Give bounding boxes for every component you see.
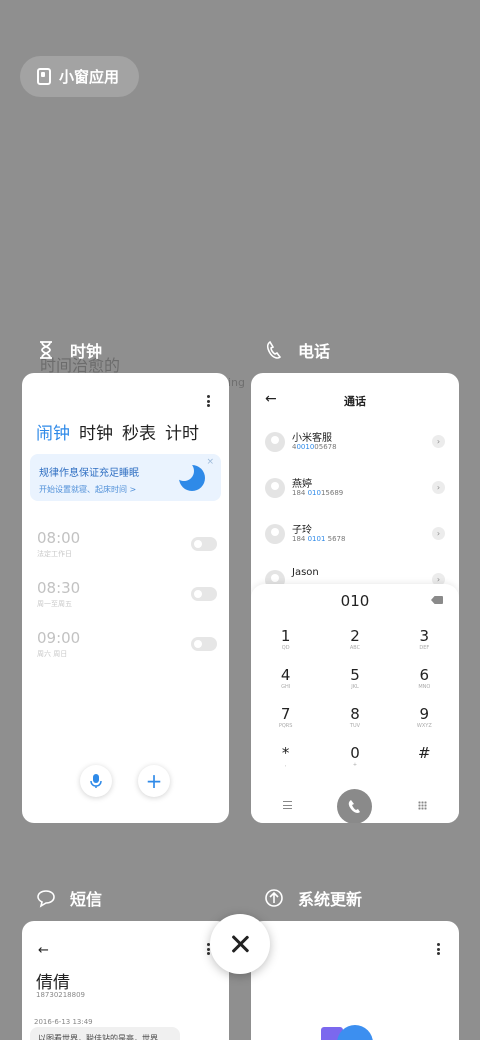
tab-timer[interactable]: 计时 xyxy=(165,419,199,444)
dial-key-2[interactable]: 2 ABC xyxy=(320,628,389,654)
dial-keys: 1 QD 2 ABC 3 DEF 4 GHI 5 JKL 6 MNO 7 PQRS 8 TUV … xyxy=(251,628,459,771)
tab-clock[interactable]: 时钟 xyxy=(79,419,113,444)
dial-key-6[interactable]: 6 MNO xyxy=(390,667,459,693)
messages-app-name: 短信 xyxy=(70,890,103,909)
update-arrow-icon xyxy=(265,889,283,907)
dial-key-8[interactable]: 8 TUV xyxy=(320,706,389,732)
chevron-right-icon[interactable]: › xyxy=(432,481,445,494)
menu-icon[interactable] xyxy=(283,801,292,809)
conversation-contact-name: 倩倩 xyxy=(36,973,70,993)
contact-row[interactable]: 燕婷 184 01015689 › xyxy=(265,473,445,505)
conversation-contact-number: 18730218809 xyxy=(36,991,85,999)
alarm-label: 周六 周日 xyxy=(37,650,68,658)
contact-number: 184 01015689 xyxy=(292,489,344,497)
alarm-toggle[interactable] xyxy=(191,537,217,551)
alarm-time: 08:00 xyxy=(37,529,81,547)
close-icon[interactable]: × xyxy=(206,457,214,467)
voice-alarm-button[interactable] xyxy=(80,765,112,797)
dial-key-3[interactable]: 3 DEF xyxy=(390,628,459,654)
dial-key-4[interactable]: 4 GHI xyxy=(251,667,320,693)
contact-name: Jason xyxy=(292,567,319,578)
contact-row[interactable]: 子玲 184 0101 5678 › xyxy=(265,519,445,551)
phone-app-card[interactable]: ← 通话 小米客服 4001005678 › 燕婷 184 01015689 ›… xyxy=(251,373,459,823)
alarm-time: 08:30 xyxy=(37,579,81,597)
messages-app-card[interactable]: ← 倩倩 18730218809 2016-6-13 13:49 以图看世界，聪… xyxy=(22,921,229,1040)
phone-page-title: 通话 xyxy=(344,395,366,408)
avatar-icon xyxy=(265,524,285,544)
add-alarm-button[interactable]: + xyxy=(138,765,170,797)
moon-icon xyxy=(174,461,205,491)
microphone-icon xyxy=(90,774,102,788)
chevron-right-icon[interactable]: › xyxy=(432,435,445,448)
window-icon xyxy=(37,68,51,85)
hourglass-icon xyxy=(40,341,52,359)
alarm-time: 09:00 xyxy=(37,629,81,647)
phone-app-name: 电话 xyxy=(298,342,331,361)
floating-window-label: 小窗应用 xyxy=(59,68,120,86)
chat-bubble-icon xyxy=(37,890,55,908)
dial-key-0[interactable]: 0 + xyxy=(320,745,389,771)
more-menu-icon[interactable] xyxy=(437,943,441,955)
clear-all-button[interactable] xyxy=(210,914,270,974)
clock-app-header: 时钟 xyxy=(36,338,102,362)
more-menu-icon[interactable] xyxy=(207,395,211,407)
message-bubble[interactable]: 以图看世界，聪佳站的是高，世界 xyxy=(30,1027,180,1040)
background-ghost-text-2: ing xyxy=(228,376,246,389)
handset-icon xyxy=(348,799,360,813)
contact-name: 燕婷 xyxy=(292,479,312,490)
alarm-toggle[interactable] xyxy=(191,587,217,601)
dial-key-hash[interactable]: # xyxy=(390,745,459,771)
dial-key-7[interactable]: 7 PQRS xyxy=(251,706,320,732)
alarm-item[interactable]: 08:30 周一至周五 xyxy=(37,579,217,609)
call-button[interactable] xyxy=(337,789,372,823)
update-app-header: 系统更新 xyxy=(264,886,362,910)
dialpad-toggle-icon[interactable] xyxy=(418,801,427,810)
dial-key-5[interactable]: 5 JKL xyxy=(320,667,389,693)
contact-number: 184 0101 5678 xyxy=(292,535,346,543)
clock-tabs: 闹钟 时钟 秒表 计时 xyxy=(36,419,199,444)
phone-app-header: 电话 xyxy=(264,338,330,362)
contact-number: 4001005678 xyxy=(292,443,337,451)
message-date: 2016-6-13 13:49 xyxy=(34,1018,93,1026)
sleep-banner[interactable]: 规律作息保证充足睡眠 开始设置就寝、起床时间 > × xyxy=(30,454,221,501)
chevron-right-icon[interactable]: › xyxy=(432,527,445,540)
avatar-icon xyxy=(265,432,285,452)
alarm-toggle[interactable] xyxy=(191,637,217,651)
contact-name: 小米客服 xyxy=(292,433,332,444)
dial-key-star[interactable]: *, xyxy=(251,745,320,771)
clock-app-name: 时钟 xyxy=(70,342,103,361)
dialpad: 010 1 QD 2 ABC 3 DEF 4 GHI 5 JKL 6 MNO 7 PQRS 8… xyxy=(251,584,459,823)
dialpad-actions xyxy=(251,789,459,823)
close-icon xyxy=(231,935,249,953)
floating-window-button[interactable]: 小窗应用 xyxy=(20,56,139,97)
update-app-name: 系统更新 xyxy=(298,890,363,909)
tab-stopwatch[interactable]: 秒表 xyxy=(122,419,156,444)
alarm-label: 周一至周五 xyxy=(37,600,72,608)
dial-key-1[interactable]: 1 QD xyxy=(251,628,320,654)
dial-input[interactable]: 010 xyxy=(251,592,459,610)
avatar-icon xyxy=(265,478,285,498)
phone-top-bar: ← 通话 xyxy=(251,391,459,413)
alarm-item[interactable]: 08:00 法定工作日 xyxy=(37,529,217,559)
tab-alarm[interactable]: 闹钟 xyxy=(36,419,70,444)
clock-app-card[interactable]: 闹钟 时钟 秒表 计时 规律作息保证充足睡眠 开始设置就寝、起床时间 > × 0… xyxy=(22,373,229,823)
phone-icon xyxy=(266,340,282,359)
messages-app-header: 短信 xyxy=(36,886,102,910)
alarm-label: 法定工作日 xyxy=(37,550,72,558)
contact-name: 子玲 xyxy=(292,525,312,536)
contact-row[interactable]: 小米客服 4001005678 › xyxy=(265,427,445,459)
alarm-item[interactable]: 09:00 周六 周日 xyxy=(37,629,217,659)
dial-key-9[interactable]: 9 WXYZ xyxy=(390,706,459,732)
back-arrow-icon[interactable]: ← xyxy=(38,943,49,958)
update-app-card[interactable] xyxy=(251,921,459,1040)
